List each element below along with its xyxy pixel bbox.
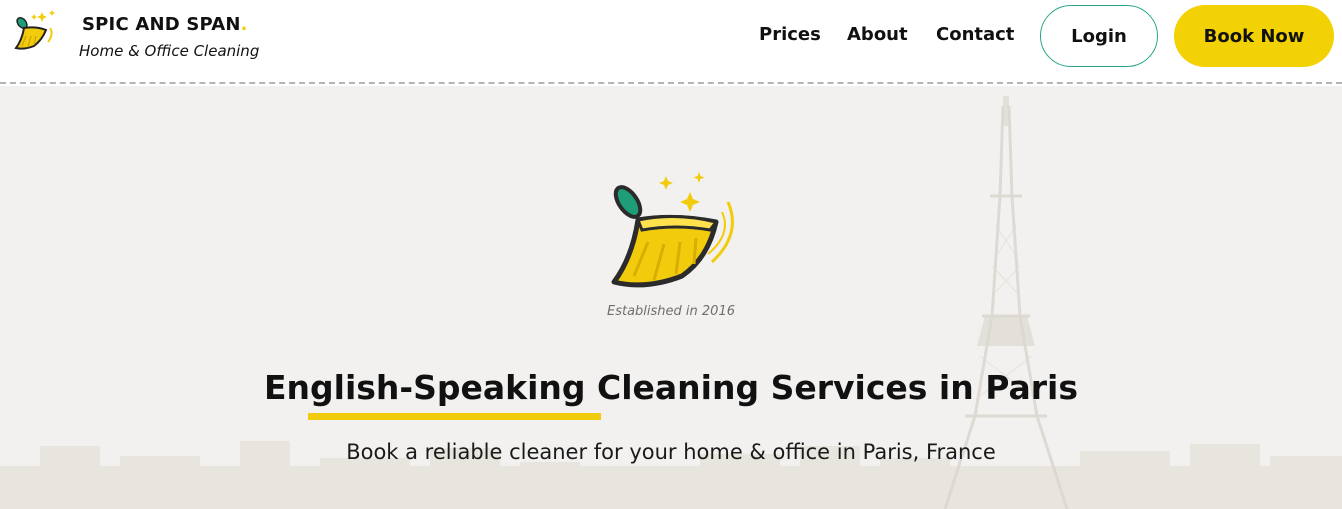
hero-section: Established in 2016 English-Speaking Cle… xyxy=(0,86,1342,509)
headline-underline-accent xyxy=(308,413,601,420)
established-caption: Established in 2016 xyxy=(607,304,735,319)
site-header: SPIC AND SPAN. Home & Office Cleaning Pr… xyxy=(0,0,1342,84)
nav-about-link[interactable]: About xyxy=(847,24,908,45)
broom-sparkle-icon xyxy=(611,172,734,288)
login-button[interactable]: Login xyxy=(1040,5,1158,67)
brand-tagline: Home & Office Cleaning xyxy=(79,42,260,60)
nav-prices-link[interactable]: Prices xyxy=(759,24,821,45)
broom-sparkle-icon xyxy=(14,10,55,50)
brand-logo-link[interactable]: SPIC AND SPAN. Home & Office Cleaning xyxy=(12,6,272,72)
hero-subheadline: Book a reliable cleaner for your home & … xyxy=(346,440,996,464)
nav-contact-link[interactable]: Contact xyxy=(936,24,1014,45)
hero-headline: English-Speaking Cleaning Services in Pa… xyxy=(263,368,1078,407)
book-now-button[interactable]: Book Now xyxy=(1174,5,1334,67)
brand-name: SPIC AND SPAN. xyxy=(82,14,248,35)
brand-dot: . xyxy=(240,14,248,35)
